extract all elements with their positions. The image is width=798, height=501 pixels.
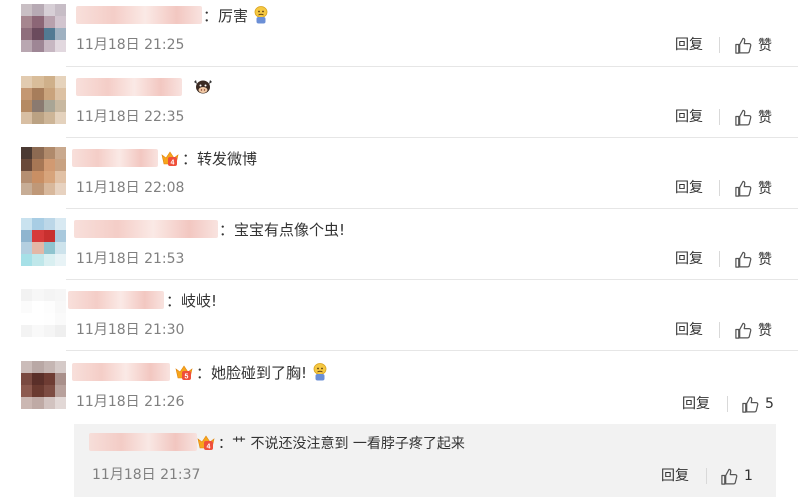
svg-text:4: 4 xyxy=(207,444,211,451)
username[interactable] xyxy=(76,6,202,24)
reply-button[interactable]: 回复 xyxy=(675,108,703,126)
username[interactable] xyxy=(68,291,164,309)
comment-time: 11月18日 21:30 xyxy=(76,322,185,338)
like-label: 赞 xyxy=(758,38,772,54)
vip-crown-badge-icon: 4 xyxy=(197,435,215,451)
avatar[interactable] xyxy=(21,218,66,266)
comment-item: 11月18日 22:35 回复 赞 xyxy=(0,72,798,143)
like-label: 赞 xyxy=(758,323,772,339)
avatar[interactable] xyxy=(21,289,66,337)
svg-text:4: 4 xyxy=(171,160,175,167)
username[interactable] xyxy=(72,363,170,381)
comment-text: ：岐岐! xyxy=(166,292,218,310)
separator xyxy=(66,208,798,209)
thumbs-up-icon xyxy=(735,109,752,126)
like-label: 赞 xyxy=(758,181,772,197)
svg-text:5: 5 xyxy=(185,374,189,381)
sub-reply-time: 11月18日 21:37 xyxy=(92,467,201,483)
comment-time: 11月18日 22:35 xyxy=(76,109,185,125)
reply-button[interactable]: 回复 xyxy=(682,395,710,413)
divider xyxy=(719,37,720,53)
reply-button[interactable]: 回复 xyxy=(675,36,703,54)
thumbs-up-icon xyxy=(742,396,759,413)
divider xyxy=(719,180,720,196)
thumbs-up-icon xyxy=(735,180,752,197)
comment-text: ：宝宝有点像个虫! xyxy=(219,221,346,239)
comment-item: ：厉害 11月18日 21:25 回复 赞 xyxy=(0,0,798,71)
reply-button[interactable]: 回复 xyxy=(675,250,703,268)
username[interactable] xyxy=(89,433,197,451)
like-count: 1 xyxy=(744,468,753,484)
comment-time: 11月18日 22:08 xyxy=(76,180,185,196)
comment-time: 11月18日 21:25 xyxy=(76,37,185,53)
avatar[interactable] xyxy=(21,4,66,52)
like-button[interactable]: 1 xyxy=(720,466,753,486)
avatar[interactable] xyxy=(21,76,66,124)
reply-button[interactable]: 回复 xyxy=(675,321,703,339)
reply-button[interactable]: 回复 xyxy=(661,467,689,485)
sub-reply-text: ：艹 不说还没注意到 一看脖子疼了起来 xyxy=(218,436,465,452)
thumbs-up-icon xyxy=(735,251,752,268)
separator xyxy=(66,66,798,67)
comment-time: 11月18日 21:53 xyxy=(76,251,185,267)
divider xyxy=(719,109,720,125)
comment-item: 4 ：转发微博 11月18日 22:08 回复 赞 xyxy=(0,143,798,214)
divider xyxy=(706,468,707,484)
like-button[interactable]: 赞 xyxy=(734,249,772,269)
like-label: 赞 xyxy=(758,110,772,126)
separator xyxy=(66,137,798,138)
vip-crown-badge-icon: 4 xyxy=(161,151,179,167)
like-count: 5 xyxy=(765,396,774,412)
username[interactable] xyxy=(74,220,218,238)
divider xyxy=(719,322,720,338)
avatar[interactable] xyxy=(21,147,66,195)
thumbs-up-icon xyxy=(735,37,752,54)
like-button[interactable]: 赞 xyxy=(734,320,772,340)
like-button[interactable]: 5 xyxy=(741,394,774,414)
separator xyxy=(66,350,798,351)
cow-emoji-icon xyxy=(194,80,212,94)
thumbs-up-icon xyxy=(735,322,752,339)
comment-item: ：宝宝有点像个虫! 11月18日 21:53 回复 赞 xyxy=(0,214,798,285)
sad-face-emoji-icon xyxy=(313,363,327,381)
comment-time: 11月18日 21:26 xyxy=(76,394,185,410)
like-button[interactable]: 赞 xyxy=(734,35,772,55)
username[interactable] xyxy=(76,78,182,96)
separator xyxy=(66,279,798,280)
comment-item: ：岐岐! 11月18日 21:30 回复 赞 xyxy=(0,285,798,356)
reply-button[interactable]: 回复 xyxy=(675,179,703,197)
vip-crown-badge-icon: 5 xyxy=(175,365,193,381)
avatar[interactable] xyxy=(21,361,66,409)
sub-reply: 4 ：艹 不说还没注意到 一看脖子疼了起来 11月18日 21:37 回复 1 xyxy=(74,424,776,497)
like-button[interactable]: 赞 xyxy=(734,107,772,127)
comment-text: ：转发微博 xyxy=(182,150,258,168)
sad-face-emoji-icon xyxy=(254,6,268,24)
thumbs-up-icon xyxy=(721,468,738,485)
divider xyxy=(719,251,720,267)
like-label: 赞 xyxy=(758,252,772,268)
like-button[interactable]: 赞 xyxy=(734,178,772,198)
username[interactable] xyxy=(72,149,158,167)
comment-text: ：厉害 xyxy=(203,6,269,26)
divider xyxy=(727,396,728,412)
comment-text: ：她脸碰到了胸! xyxy=(196,363,328,383)
comment-text xyxy=(192,78,214,98)
